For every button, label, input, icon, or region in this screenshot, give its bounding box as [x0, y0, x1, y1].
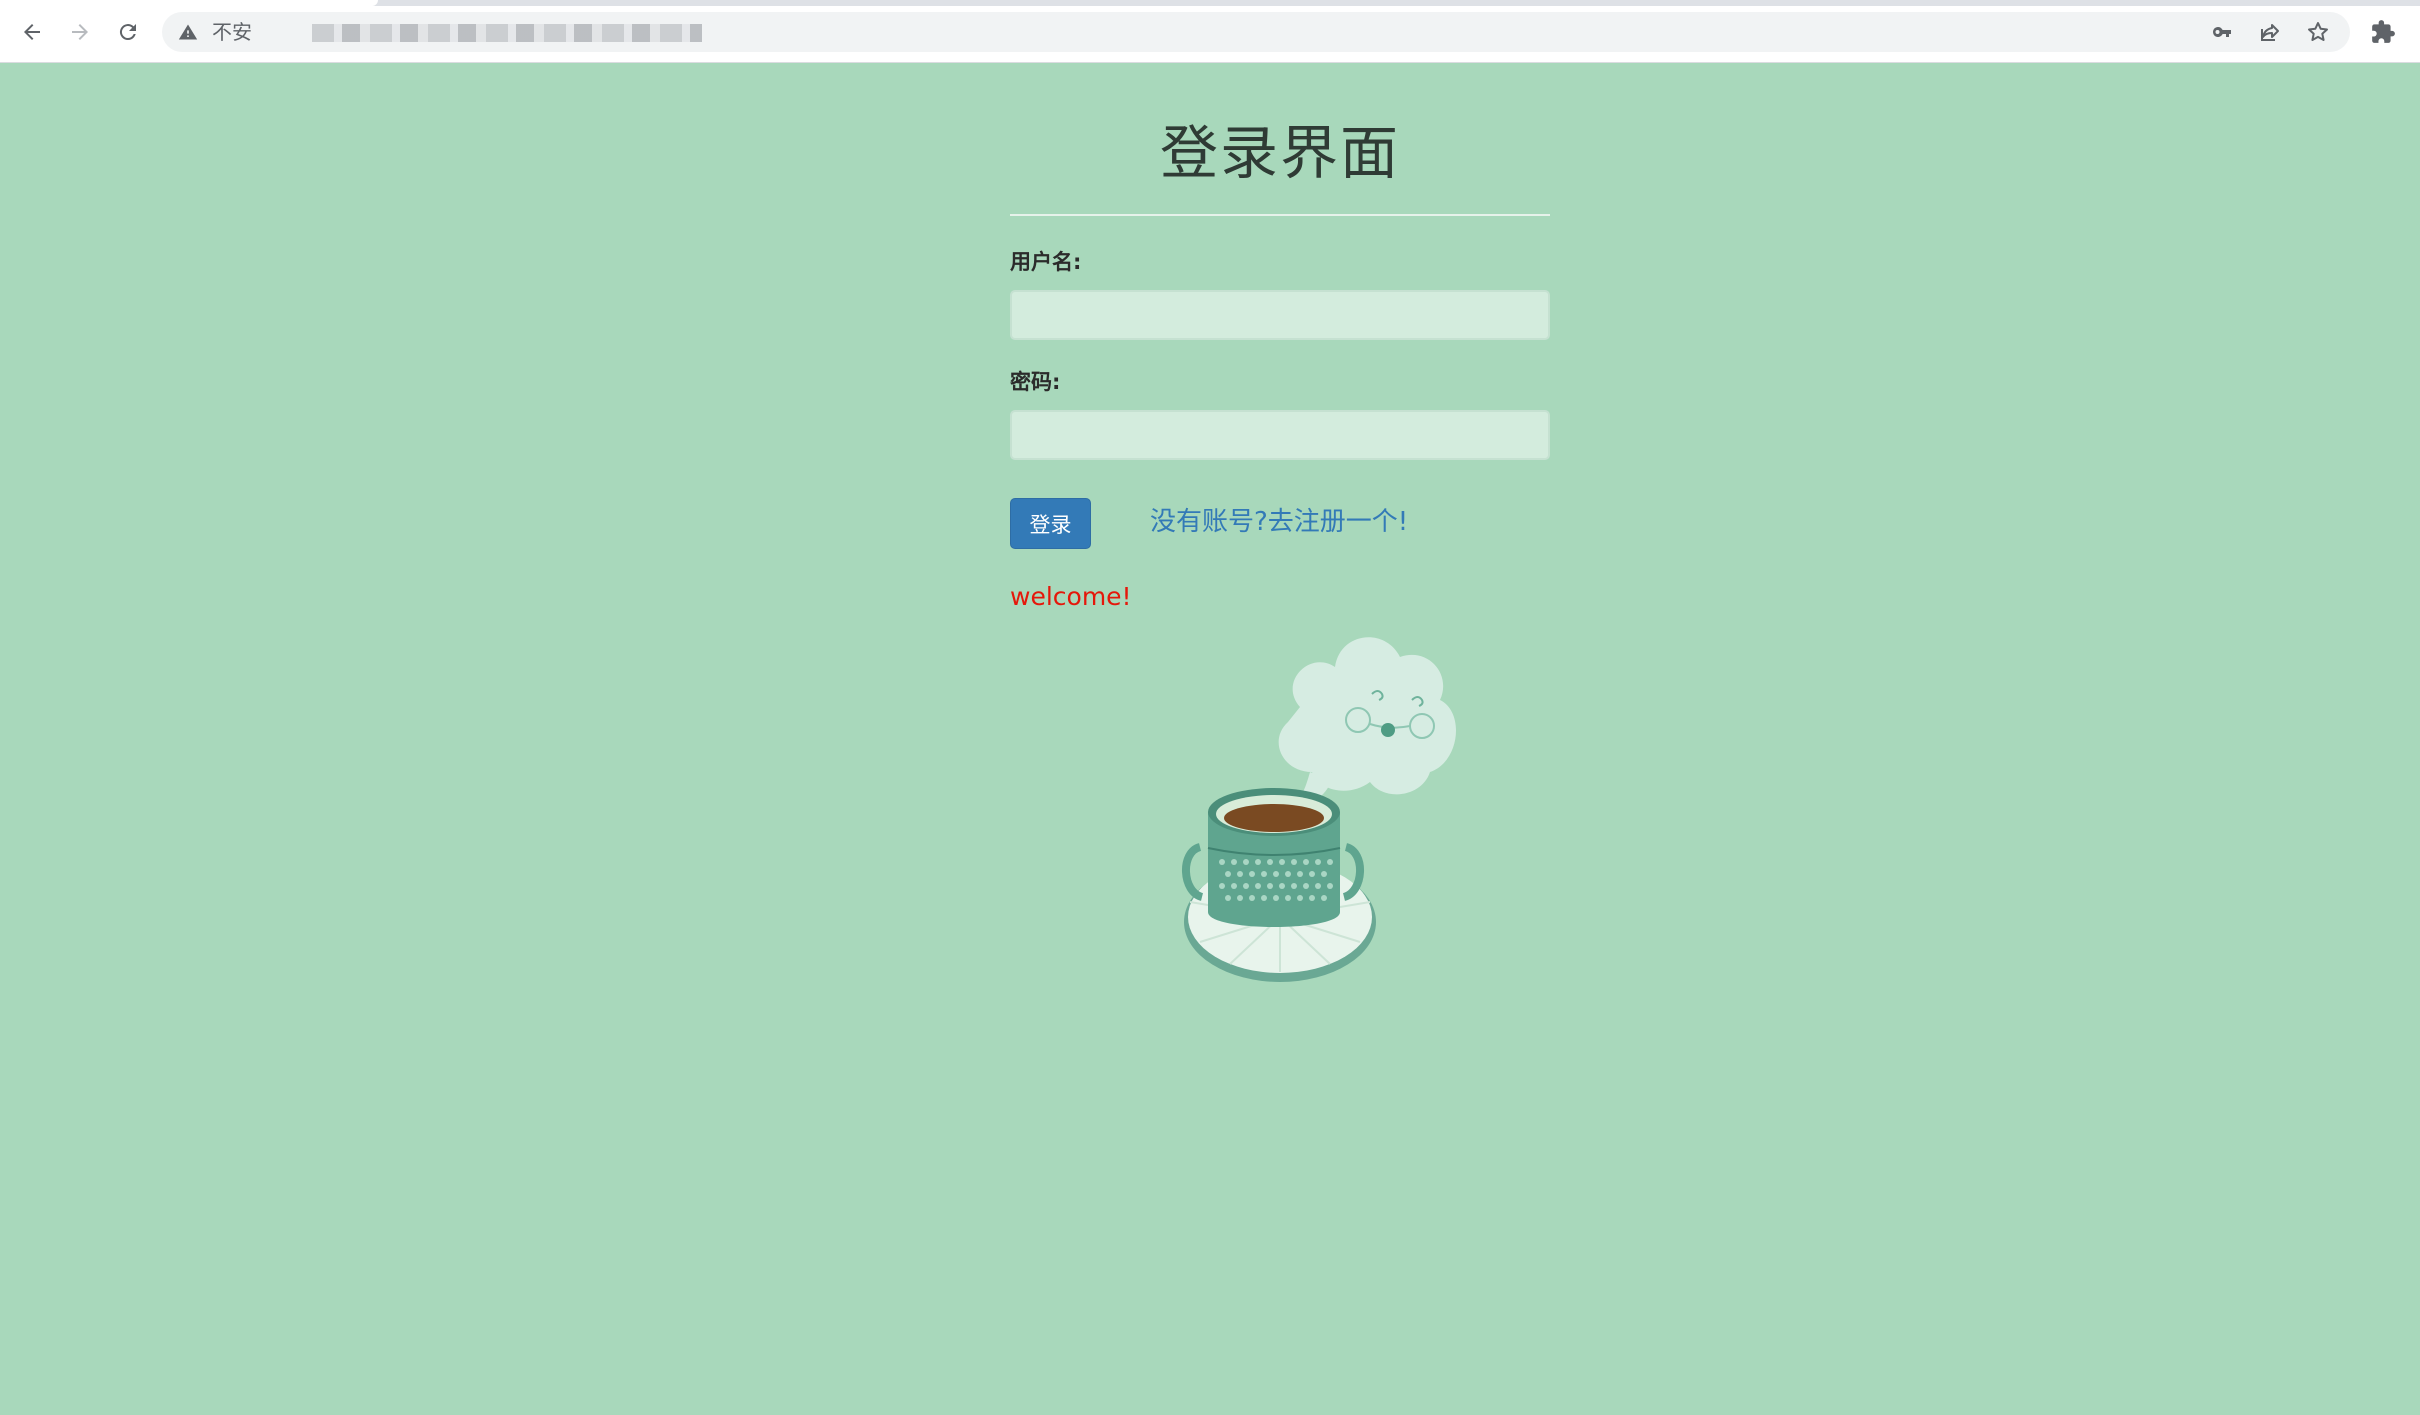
address-bar[interactable]: 不安: [162, 12, 2350, 52]
back-button[interactable]: [14, 14, 50, 50]
register-link[interactable]: 没有账号?去注册一个!: [1150, 506, 1408, 538]
star-icon[interactable]: [2306, 20, 2330, 44]
active-tab-edge: [0, 0, 378, 6]
reload-button[interactable]: [110, 14, 146, 50]
welcome-message: welcome!: [1010, 582, 1132, 611]
forward-button[interactable]: [62, 14, 98, 50]
reload-icon: [119, 24, 136, 41]
password-input[interactable]: [1010, 410, 1550, 460]
key-icon[interactable]: [2210, 20, 2234, 44]
forward-arrow-icon: [72, 24, 88, 40]
cup-icon: [1182, 788, 1364, 927]
security-status[interactable]: 不安: [212, 20, 252, 44]
browser-toolbar: 不安: [0, 0, 2420, 63]
steam-cloud-icon: [1278, 637, 1457, 812]
back-arrow-icon: [24, 24, 40, 40]
username-input[interactable]: [1010, 290, 1550, 340]
url-text-redacted[interactable]: [312, 24, 702, 42]
title-divider: [1010, 214, 1550, 216]
coffee-cup-illustration: [1182, 637, 1457, 982]
login-button[interactable]: 登录: [1010, 498, 1091, 549]
form-actions: 登录 没有账号?去注册一个!: [1010, 498, 1550, 550]
page-title: 登录界面: [1159, 119, 1400, 187]
login-form-container: 登录界面 用户名: 密码: 登录 没有账号?去注册一个! welcome!: [1010, 62, 1550, 612]
share-icon[interactable]: [2258, 20, 2282, 44]
password-label: 密码:: [1010, 370, 1061, 394]
warning-triangle-icon: [178, 24, 198, 40]
username-label: 用户名:: [1010, 250, 1082, 274]
puzzle-icon[interactable]: [2370, 19, 2396, 45]
